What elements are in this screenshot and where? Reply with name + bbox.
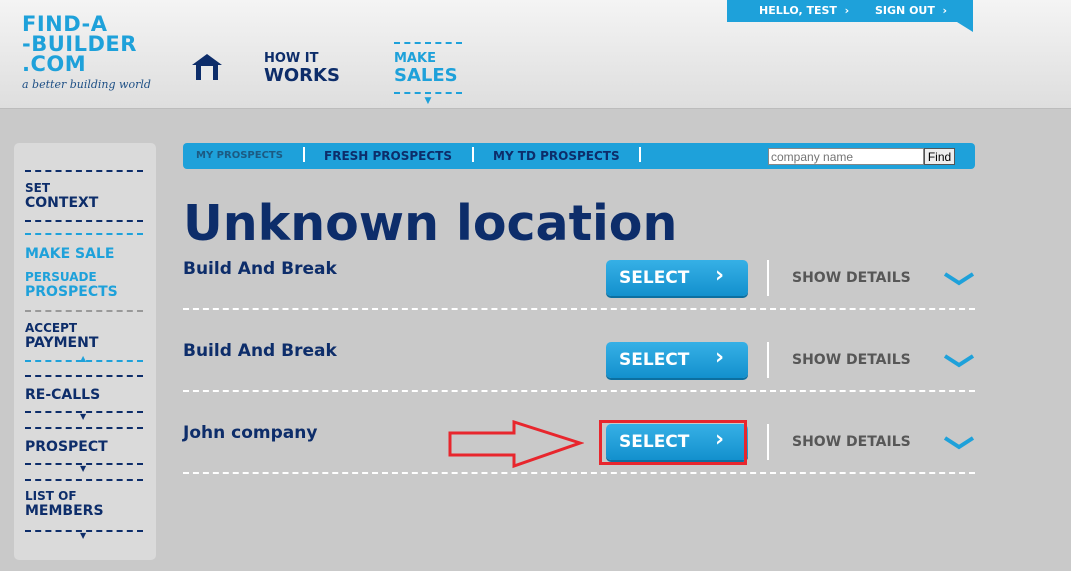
row-divider <box>183 472 975 474</box>
select-button[interactable]: SELECT › <box>606 342 748 378</box>
sidebar-item-label: PROSPECTS <box>25 284 118 300</box>
sidebar-divider <box>25 233 143 235</box>
select-button[interactable]: SELECT › <box>606 260 748 296</box>
nav-make-small: MAKE <box>394 51 436 66</box>
sidebar-item-label-small: SET <box>25 181 51 195</box>
sidebar-item-set-context[interactable]: SET CONTEXT <box>25 181 143 212</box>
chevron-down-icon[interactable] <box>943 436 975 450</box>
sidebar-item-prospect[interactable]: PROSPECT <box>25 439 143 455</box>
nav-make-top-dash <box>394 42 462 44</box>
logo-line-1: FIND-A <box>22 12 108 36</box>
sidebar-divider <box>25 170 143 172</box>
nav-make-bottom-dash <box>394 92 462 94</box>
sign-out-link[interactable]: SIGN OUT › <box>875 4 947 17</box>
chevron-down-icon[interactable] <box>943 354 975 368</box>
nav-how-it-works[interactable]: HOW IT WORKS <box>264 52 340 86</box>
company-search-input[interactable] <box>768 148 924 165</box>
chevron-down-icon: ▼ <box>80 412 87 421</box>
company-name: John company <box>183 423 318 443</box>
company-name: Build And Break <box>183 341 337 361</box>
sidebar: SET CONTEXT MAKE SALE PERSUADE PROSPECTS… <box>14 143 156 560</box>
tab-fresh-prospects[interactable]: FRESH PROSPECTS <box>324 149 452 163</box>
logo-line-3: .COM <box>22 52 87 76</box>
row-separator <box>767 424 769 460</box>
show-details-link[interactable]: SHOW DETAILS <box>792 270 911 286</box>
red-arrow-icon <box>448 420 584 469</box>
nav-make-sales[interactable]: MAKE SALES ▼ <box>394 42 462 106</box>
user-bar-tail <box>957 22 973 32</box>
sidebar-divider <box>25 375 143 377</box>
sidebar-item-label: PAYMENT <box>25 335 99 351</box>
hello-user-link[interactable]: HELLO, TEST › <box>759 4 849 17</box>
chevron-down-icon[interactable] <box>943 272 975 286</box>
sidebar-divider <box>25 479 143 481</box>
list-item: Build And Break SELECT › SHOW DETAILS <box>183 228 975 310</box>
show-details-link[interactable]: SHOW DETAILS <box>792 434 911 450</box>
sidebar-item-label-small: LIST OF <box>25 489 77 503</box>
tab-separator <box>472 147 474 162</box>
sidebar-item-make-sale[interactable]: MAKE SALE <box>25 246 143 262</box>
sidebar-divider <box>25 427 143 429</box>
chevron-right-icon: › <box>715 263 725 288</box>
select-label: SELECT <box>619 350 690 370</box>
tab-my-td-prospects[interactable]: MY TD PROSPECTS <box>493 149 620 163</box>
nav-how-large: WORKS <box>264 65 340 86</box>
find-a-builder-logo[interactable]: FIND-A -BUILDER .COM a better building w… <box>22 12 172 92</box>
chevron-down-icon: ▼ <box>80 464 87 473</box>
chevron-right-icon: › <box>942 4 948 17</box>
nav-make-large: SALES <box>394 65 458 86</box>
hello-user-label: HELLO, TEST <box>759 4 837 17</box>
list-item: Build And Break SELECT › SHOW DETAILS <box>183 310 975 392</box>
sidebar-item-label: MAKE SALE <box>25 246 115 262</box>
sidebar-item-label: PROSPECT <box>25 439 108 455</box>
row-separator <box>767 342 769 378</box>
sidebar-item-list-of-members[interactable]: LIST OF MEMBERS <box>25 489 143 520</box>
prospect-tabs-bar: MY PROSPECTS FRESH PROSPECTS MY TD PROSP… <box>183 143 975 169</box>
company-name: Build And Break <box>183 259 337 279</box>
sidebar-item-label-small: ACCEPT <box>25 321 78 335</box>
tab-separator <box>639 147 641 162</box>
tab-my-prospects[interactable]: MY PROSPECTS <box>196 150 283 161</box>
select-label: SELECT <box>619 268 690 288</box>
logo-line-2: -BUILDER <box>22 32 137 56</box>
sidebar-item-re-calls[interactable]: RE-CALLS <box>25 387 143 403</box>
chevron-right-icon: › <box>844 4 850 17</box>
show-details-link[interactable]: SHOW DETAILS <box>792 352 911 368</box>
row-separator <box>767 260 769 296</box>
sidebar-item-accept-payment[interactable]: ACCEPT PAYMENT <box>25 321 143 352</box>
find-button[interactable]: Find <box>924 148 955 165</box>
chevron-down-icon: ▼ <box>80 531 87 540</box>
chevron-right-icon: › <box>715 345 725 370</box>
sidebar-divider <box>25 310 143 312</box>
highlight-box <box>599 420 747 465</box>
nav-how-small: HOW IT <box>264 51 319 66</box>
home-icon[interactable] <box>190 52 224 82</box>
sidebar-item-label: CONTEXT <box>25 195 99 211</box>
sidebar-item-persuade-prospects[interactable]: PERSUADE PROSPECTS <box>25 270 143 301</box>
sidebar-item-label-small: PERSUADE <box>25 270 97 284</box>
sign-out-label: SIGN OUT <box>875 4 935 17</box>
logo-tagline: a better building world <box>22 78 151 91</box>
chevron-up-icon: ▲ <box>80 354 87 363</box>
sidebar-item-label: MEMBERS <box>25 503 104 519</box>
tab-separator <box>303 147 305 162</box>
sidebar-item-label: RE-CALLS <box>25 387 101 403</box>
chevron-down-icon: ▼ <box>424 96 432 106</box>
user-bar: HELLO, TEST › SIGN OUT › <box>727 0 973 22</box>
sidebar-divider <box>25 220 143 222</box>
